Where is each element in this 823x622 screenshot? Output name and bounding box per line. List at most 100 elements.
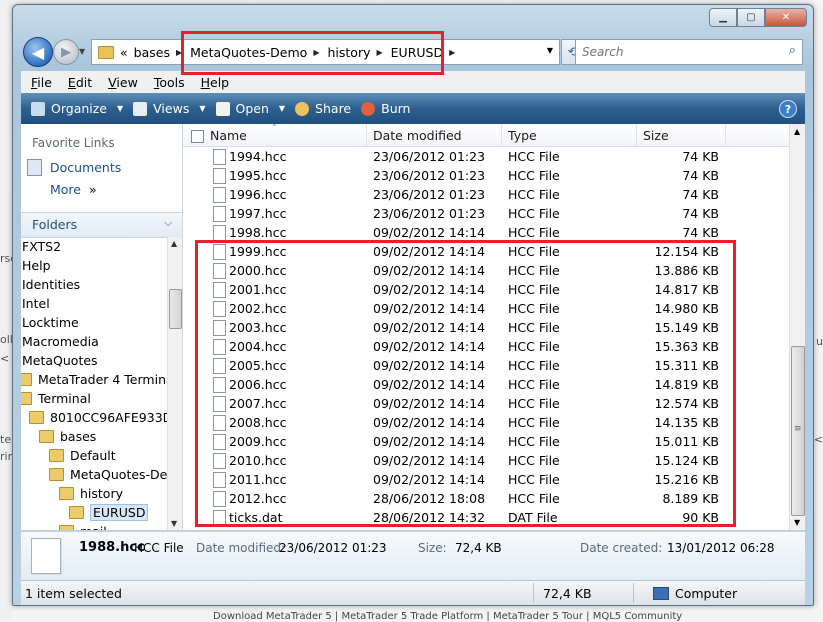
file-date-modified: 23/06/2012 01:23 xyxy=(373,206,486,221)
file-icon xyxy=(213,187,226,203)
address-dropdown-icon[interactable]: ▼ xyxy=(547,46,553,55)
file-row[interactable]: 1996.hcc 23/06/2012 01:23 HCC File 74 KB xyxy=(183,185,789,204)
details-modified-label: Date modified: xyxy=(196,541,286,555)
tree-item-metaquotes[interactable]: MetaQuotes xyxy=(22,351,98,370)
column-header-name[interactable]: Name xyxy=(210,128,247,143)
column-divider[interactable] xyxy=(501,124,502,146)
computer-icon xyxy=(653,587,669,600)
share-button[interactable]: Share xyxy=(295,101,351,116)
folder-icon xyxy=(59,525,74,530)
organize-button[interactable]: Organize ▼ xyxy=(31,101,123,116)
navigation-pane: Favorite Links Documents More » Folders … xyxy=(21,124,183,530)
menu-view[interactable]: View xyxy=(108,75,138,90)
details-created-label: Date created: xyxy=(580,541,663,555)
folder-icon xyxy=(98,45,114,59)
documents-icon xyxy=(27,159,42,176)
tree-label: MetaTrader 4 Termina xyxy=(38,372,167,387)
status-divider xyxy=(533,583,534,603)
folder-open-icon xyxy=(69,506,84,519)
close-button[interactable]: ✕ xyxy=(765,8,807,27)
maximize-button[interactable]: ▢ xyxy=(737,8,765,27)
search-input[interactable] xyxy=(580,41,774,63)
file-type: HCC File xyxy=(508,149,560,164)
folders-header[interactable]: Folders ⌵ xyxy=(21,212,182,238)
tree-label: 8010CC96AFE933D7 xyxy=(50,410,167,425)
scroll-up-icon[interactable]: ▲ xyxy=(171,239,177,248)
folder-tree-scrollbar[interactable]: ▲ ▼ xyxy=(167,237,182,530)
scrollbar-thumb[interactable] xyxy=(169,289,182,329)
address-overflow-chevron[interactable]: « xyxy=(120,45,128,60)
burn-label: Burn xyxy=(381,101,411,116)
file-date-modified: 23/06/2012 01:23 xyxy=(373,149,486,164)
tree-item-metatrader4[interactable]: MetaTrader 4 Termina xyxy=(21,370,167,389)
folder-icon xyxy=(49,449,64,462)
tree-item-metaquotes-demo[interactable]: MetaQuotes-De xyxy=(49,465,167,484)
scroll-up-icon[interactable]: ▲ xyxy=(794,127,800,136)
burn-button[interactable]: Burn xyxy=(361,101,410,116)
views-label: Views xyxy=(153,101,190,116)
tree-item-locktime[interactable]: Locktime xyxy=(22,313,79,332)
back-button[interactable]: ◀ xyxy=(23,37,53,67)
column-header-type[interactable]: Type xyxy=(508,128,537,143)
tree-item-macromedia[interactable]: Macromedia xyxy=(22,332,99,351)
double-chevron-icon: » xyxy=(89,182,97,197)
tree-item-mail[interactable]: mail xyxy=(59,522,107,530)
scroll-down-icon[interactable]: ▼ xyxy=(794,518,800,527)
file-type: HCC File xyxy=(508,168,560,183)
tree-item-terminal[interactable]: Terminal xyxy=(21,389,91,408)
tree-item-identities[interactable]: Identities xyxy=(22,275,80,294)
select-all-checkbox[interactable] xyxy=(191,130,204,143)
breadcrumb-arrow-icon[interactable]: ▶ xyxy=(449,48,455,57)
favorite-documents[interactable]: Documents xyxy=(27,159,121,176)
file-row[interactable]: 1995.hcc 23/06/2012 01:23 HCC File 74 KB xyxy=(183,166,789,185)
menu-edit[interactable]: Edit xyxy=(68,75,92,90)
chevron-down-icon: ▼ xyxy=(278,104,286,113)
breadcrumb-bases[interactable]: bases xyxy=(134,45,170,60)
folder-icon xyxy=(21,392,32,405)
status-location: Computer xyxy=(653,586,737,601)
file-row[interactable]: 1997.hcc 23/06/2012 01:23 HCC File 74 KB xyxy=(183,204,789,223)
recent-pages-dropdown[interactable]: ▼ xyxy=(79,47,85,56)
tree-label: MetaQuotes xyxy=(22,353,98,368)
tree-item-default[interactable]: Default xyxy=(49,446,116,465)
details-created-value: 13/01/2012 06:28 xyxy=(667,541,775,555)
folder-icon xyxy=(59,487,74,500)
column-header-date[interactable]: Date modified xyxy=(373,128,462,143)
tree-item-intel[interactable]: Intel xyxy=(22,294,50,313)
menu-tools[interactable]: Tools xyxy=(154,75,185,90)
column-divider[interactable] xyxy=(725,124,726,146)
tree-item-help[interactable]: Help xyxy=(22,256,51,275)
column-header-size[interactable]: Size xyxy=(643,128,669,143)
search-box[interactable]: ⌕ xyxy=(575,39,803,65)
scrollbar-grip-icon: ≡ xyxy=(794,424,802,434)
tree-label: EURUSD xyxy=(90,504,149,521)
open-button[interactable]: Open ▼ xyxy=(215,101,286,116)
search-icon[interactable]: ⌕ xyxy=(789,43,796,58)
menu-help[interactable]: Help xyxy=(201,75,230,90)
background-page xyxy=(0,0,12,620)
minimize-button[interactable]: ▁ xyxy=(709,8,737,27)
file-list-scrollbar[interactable]: ▲ ≡ ▼ xyxy=(789,124,805,530)
favorite-more[interactable]: More » xyxy=(50,182,97,197)
chevron-down-icon: ▼ xyxy=(199,104,206,113)
menu-file[interactable]: File xyxy=(31,75,52,90)
file-size: 74 KB xyxy=(682,206,719,221)
file-row[interactable]: 1994.hcc 23/06/2012 01:23 HCC File 74 KB xyxy=(183,147,789,166)
open-label: Open xyxy=(235,101,269,116)
chevron-down-icon: ⌵ xyxy=(164,216,173,229)
file-size: 74 KB xyxy=(682,225,719,240)
forward-button[interactable]: ▶ xyxy=(53,39,79,65)
help-icon[interactable]: ? xyxy=(779,100,797,118)
tree-item-eurusd[interactable]: EURUSD xyxy=(69,503,149,522)
tree-label: Default xyxy=(70,448,116,463)
tree-item-bases[interactable]: bases xyxy=(39,427,96,446)
folder-icon xyxy=(29,411,44,424)
column-divider[interactable] xyxy=(366,124,367,146)
column-divider[interactable] xyxy=(636,124,637,146)
tree-item-fxts2[interactable]: FXTS2 xyxy=(22,237,61,256)
folder-icon xyxy=(21,373,32,386)
scroll-down-icon[interactable]: ▼ xyxy=(171,519,177,528)
tree-item-history[interactable]: history xyxy=(59,484,123,503)
views-button[interactable]: Views ▼ xyxy=(133,101,206,116)
tree-item-8010cc96[interactable]: 8010CC96AFE933D7 xyxy=(29,408,167,427)
